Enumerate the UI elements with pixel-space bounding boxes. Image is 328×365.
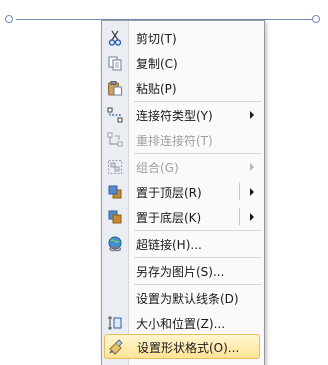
submenu-arrow-icon	[250, 111, 254, 119]
menu-item-label: 复制(C)	[136, 57, 178, 71]
scissors-icon	[106, 29, 124, 47]
menu-item-label: 剪切(T)	[136, 32, 177, 46]
submenu-arrow-icon[interactable]	[250, 213, 254, 221]
menu-item-cut[interactable]: 剪切(T)	[102, 25, 264, 50]
menu-item-copy[interactable]: 复制(C)	[102, 50, 264, 75]
menu-item-label: 重排连接符(T)	[136, 134, 213, 148]
size-position-icon	[106, 314, 124, 332]
hyperlink-icon	[106, 235, 124, 253]
submenu-arrow-icon[interactable]	[250, 188, 254, 196]
menu-item-label: 另存为图片(S)...	[136, 265, 225, 279]
menu-item-label: 置于顶层(R)	[136, 186, 202, 200]
menu-item-group: 组合(G)	[102, 154, 264, 179]
reroute-connector-icon	[106, 131, 124, 149]
connector-end-handle[interactable]	[312, 15, 320, 23]
submenu-split-divider	[239, 208, 240, 225]
menu-item-paste[interactable]: 粘贴(P)	[102, 75, 264, 100]
menu-item-label: 组合(G)	[136, 161, 179, 175]
context-menu: 剪切(T) 复制(C) 粘贴(P) 连接符类型(Y) 重排连接符(T) 组合(G…	[101, 20, 265, 365]
submenu-arrow-icon	[250, 163, 254, 171]
menu-item-label: 粘贴(P)	[136, 82, 177, 96]
bring-to-front-icon	[106, 183, 124, 201]
menu-item-size-and-position[interactable]: 大小和位置(Z)...	[102, 310, 264, 335]
group-icon	[106, 158, 124, 176]
menu-item-hyperlink[interactable]: 超链接(H)...	[102, 231, 264, 256]
format-shape-icon	[107, 338, 125, 356]
menu-item-label: 设置为默认线条(D)	[136, 292, 239, 306]
menu-item-label: 连接符类型(Y)	[136, 109, 213, 123]
send-to-back-icon	[106, 208, 124, 226]
menu-item-send-to-back[interactable]: 置于底层(K)	[102, 204, 264, 229]
menu-item-set-default-line[interactable]: 设置为默认线条(D)	[102, 285, 264, 310]
menu-item-label: 超链接(H)...	[136, 238, 202, 252]
menu-item-reroute-connectors: 重排连接符(T)	[102, 127, 264, 152]
menu-item-connector-type[interactable]: 连接符类型(Y)	[102, 102, 264, 127]
menu-item-save-as-picture[interactable]: 另存为图片(S)...	[102, 258, 264, 283]
menu-item-bring-to-front[interactable]: 置于顶层(R)	[102, 179, 264, 204]
connector-start-handle[interactable]	[5, 15, 13, 23]
menu-item-label: 置于底层(K)	[136, 211, 202, 225]
menu-item-format-shape[interactable]: 设置形状格式(O)...	[104, 334, 260, 359]
paste-icon	[106, 79, 124, 97]
submenu-split-divider	[239, 183, 240, 200]
copy-icon	[106, 54, 124, 72]
connector-type-icon	[106, 106, 124, 124]
menu-item-label: 大小和位置(Z)...	[136, 317, 226, 331]
menu-item-label: 设置形状格式(O)...	[137, 341, 240, 355]
